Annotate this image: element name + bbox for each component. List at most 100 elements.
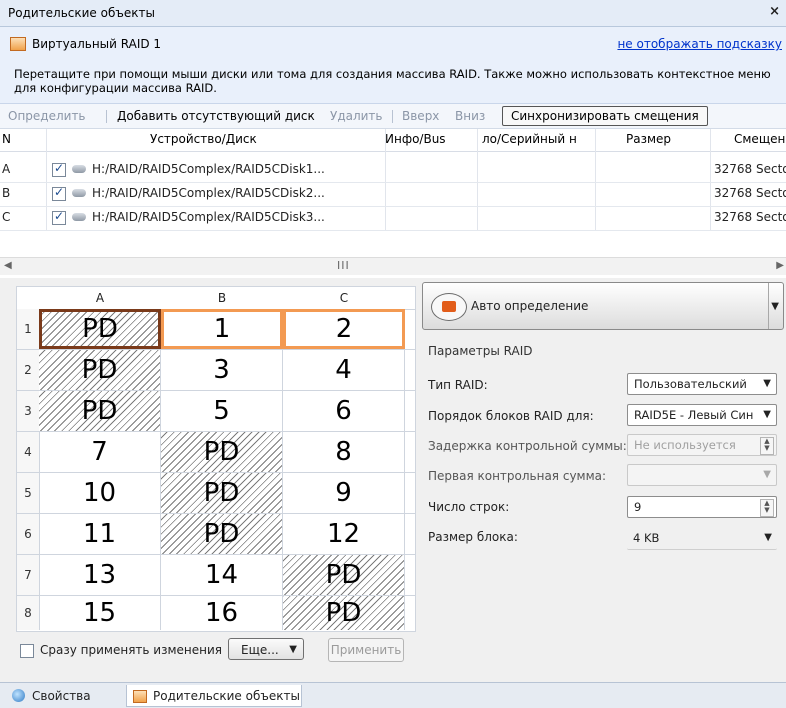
block-size-value: 4 KB	[633, 531, 660, 545]
raid-cell-block[interactable]: 5	[161, 391, 283, 431]
raid-icon	[133, 690, 147, 703]
split-divider	[768, 283, 769, 329]
auto-detect-button[interactable]: Авто определение ▼	[422, 282, 784, 330]
raid-row-number: 7	[17, 555, 40, 595]
raid-cell-block[interactable]: 11	[39, 514, 161, 554]
horizontal-scrollbar[interactable]: ◀ III ▶	[0, 257, 786, 275]
auto-detect-label: Авто определение	[471, 299, 589, 313]
chevron-down-icon[interactable]: ▼	[771, 301, 779, 312]
hint-panel: Виртуальный RAID 1 не отображать подсказ…	[0, 27, 786, 104]
raid-cell-parity[interactable]: PD	[39, 391, 161, 431]
first-checksum-select[interactable]: ▼	[627, 464, 777, 486]
block-size-select[interactable]: 4 KB ▼	[627, 528, 777, 550]
device-row-id: A	[2, 162, 11, 176]
spinner-icon[interactable]: ▲ ▼	[760, 499, 774, 517]
raid-cell-block[interactable]: 2	[283, 309, 405, 349]
detect-button[interactable]: Определить	[8, 109, 86, 123]
raid-cell-parity[interactable]: PD	[39, 309, 161, 349]
checksum-delay-value: Не используется	[634, 438, 736, 452]
hint-title: Виртуальный RAID 1	[32, 37, 162, 51]
apply-immediately-label[interactable]: Сразу применять изменения	[40, 643, 222, 657]
chevron-down-icon: ▼	[763, 469, 771, 480]
delete-button[interactable]: Удалить	[330, 109, 383, 123]
raid-cell-parity[interactable]: PD	[283, 596, 405, 630]
device-checkbox[interactable]	[52, 185, 66, 201]
raid-type-select[interactable]: Пользовательский ▼	[627, 373, 777, 395]
device-checkbox[interactable]	[52, 161, 66, 177]
raid-cell-block[interactable]: 10	[39, 473, 161, 513]
raid-type-value: Пользовательский	[634, 377, 747, 391]
raid-cell-block[interactable]: 8	[283, 432, 405, 472]
raid-cell-parity[interactable]: PD	[39, 350, 161, 390]
column-header-offset[interactable]: Смещен	[734, 132, 785, 146]
raid-cell-block[interactable]: 4	[283, 350, 405, 390]
toolbar: Определить Добавить отсутствующий диск У…	[0, 104, 786, 129]
chevron-down-icon: ▼	[761, 405, 771, 425]
raid-cell-parity[interactable]: PD	[161, 473, 283, 513]
rows-count-value: 9	[634, 500, 642, 514]
device-offset: 32768 Secto	[714, 186, 786, 200]
raid-cell-parity[interactable]: PD	[283, 555, 405, 595]
chevron-down-icon: ▼	[763, 378, 771, 389]
window-title: Родительские объекты	[8, 6, 155, 20]
scroll-grip[interactable]: III	[337, 259, 350, 272]
raid-row-number: 4	[17, 432, 40, 472]
raid-column-c: C	[339, 291, 349, 305]
more-button[interactable]: Еще... ▼	[228, 638, 304, 660]
raid-row-number: 2	[17, 350, 40, 390]
move-down-button[interactable]: Вниз	[455, 109, 485, 123]
raid-grid-row: 3 PD 5 6	[17, 391, 415, 432]
raid-grid-row: 4 7 PD 8	[17, 432, 415, 473]
raid-cell-block[interactable]: 6	[283, 391, 405, 431]
raid-cell-parity[interactable]: PD	[161, 432, 283, 472]
tab-properties[interactable]: Свойства	[6, 685, 110, 707]
raid-cell-block[interactable]: 13	[39, 555, 161, 595]
raid-cell-block[interactable]: 3	[161, 350, 283, 390]
block-order-label: Порядок блоков RAID для:	[428, 409, 594, 423]
apply-immediately-checkbox[interactable]	[20, 644, 34, 658]
device-row[interactable]: A H:/RAID/RAID5Complex/RAID5CDisk1... 32…	[0, 158, 786, 183]
column-header-size[interactable]: Размер	[626, 132, 671, 146]
column-header-serial[interactable]: ло/Серийный н	[482, 132, 577, 146]
raid-cell-block[interactable]: 14	[161, 555, 283, 595]
raid-type-label: Тип RAID:	[428, 378, 488, 392]
raid-column-a: A	[95, 291, 105, 305]
rows-count-label: Число строк:	[428, 500, 510, 514]
column-header-device[interactable]: Устройство/Диск	[150, 132, 257, 146]
raid-grid-header: A B C	[17, 287, 415, 310]
scroll-right-icon[interactable]: ▶	[776, 260, 784, 271]
scroll-left-icon[interactable]: ◀	[4, 260, 12, 271]
raid-row-number: 6	[17, 514, 40, 554]
raid-cell-block[interactable]: 9	[283, 473, 405, 513]
device-checkbox[interactable]	[52, 209, 66, 225]
apply-row: Сразу применять изменения Еще... ▼ Примен…	[16, 634, 414, 666]
move-up-button[interactable]: Вверх	[402, 109, 439, 123]
column-header-n[interactable]: N	[2, 132, 11, 146]
spinner-icon[interactable]: ▲ ▼	[760, 437, 774, 455]
raid-cell-block[interactable]: 7	[39, 432, 161, 472]
devices-table-header: N Устройство/Диск Инфо/Bus ло/Серийный н…	[0, 129, 786, 152]
tab-parent-objects[interactable]: Родительские объекты	[126, 685, 302, 707]
block-order-select[interactable]: RAID5E - Левый Син ▼	[627, 404, 777, 426]
apply-button[interactable]: Применить	[328, 638, 404, 662]
raid-row-number: 1	[17, 309, 40, 349]
raid-column-b: B	[217, 291, 227, 305]
add-missing-disk-button[interactable]: Добавить отсутствующий диск	[117, 109, 315, 123]
sync-offsets-button[interactable]: Синхронизировать смещения	[502, 106, 708, 126]
block-size-label: Размер блока:	[428, 530, 518, 544]
raid-cell-block[interactable]: 1	[161, 309, 283, 349]
device-row[interactable]: C H:/RAID/RAID5Complex/RAID5CDisk3... 32…	[0, 206, 786, 231]
column-header-info[interactable]: Инфо/Bus	[385, 132, 446, 146]
close-icon[interactable]: ×	[769, 4, 780, 19]
device-row[interactable]: B H:/RAID/RAID5Complex/RAID5CDisk2... 32…	[0, 182, 786, 207]
device-offset: 32768 Secto	[714, 162, 786, 176]
rows-count-stepper[interactable]: 9 ▲ ▼	[627, 496, 777, 518]
hide-hint-link[interactable]: не отображать подсказку	[617, 37, 782, 51]
checksum-delay-stepper[interactable]: Не используется ▲ ▼	[627, 434, 777, 456]
raid-cell-parity[interactable]: PD	[161, 514, 283, 554]
raid-cell-block[interactable]: 15	[39, 596, 161, 630]
raid-cell-block[interactable]: 12	[283, 514, 405, 554]
raid-cell-block[interactable]: 16	[161, 596, 283, 630]
tab-parent-objects-label: Родительские объекты	[153, 689, 300, 703]
checksum-delay-label: Задержка контрольной суммы:	[428, 439, 627, 453]
